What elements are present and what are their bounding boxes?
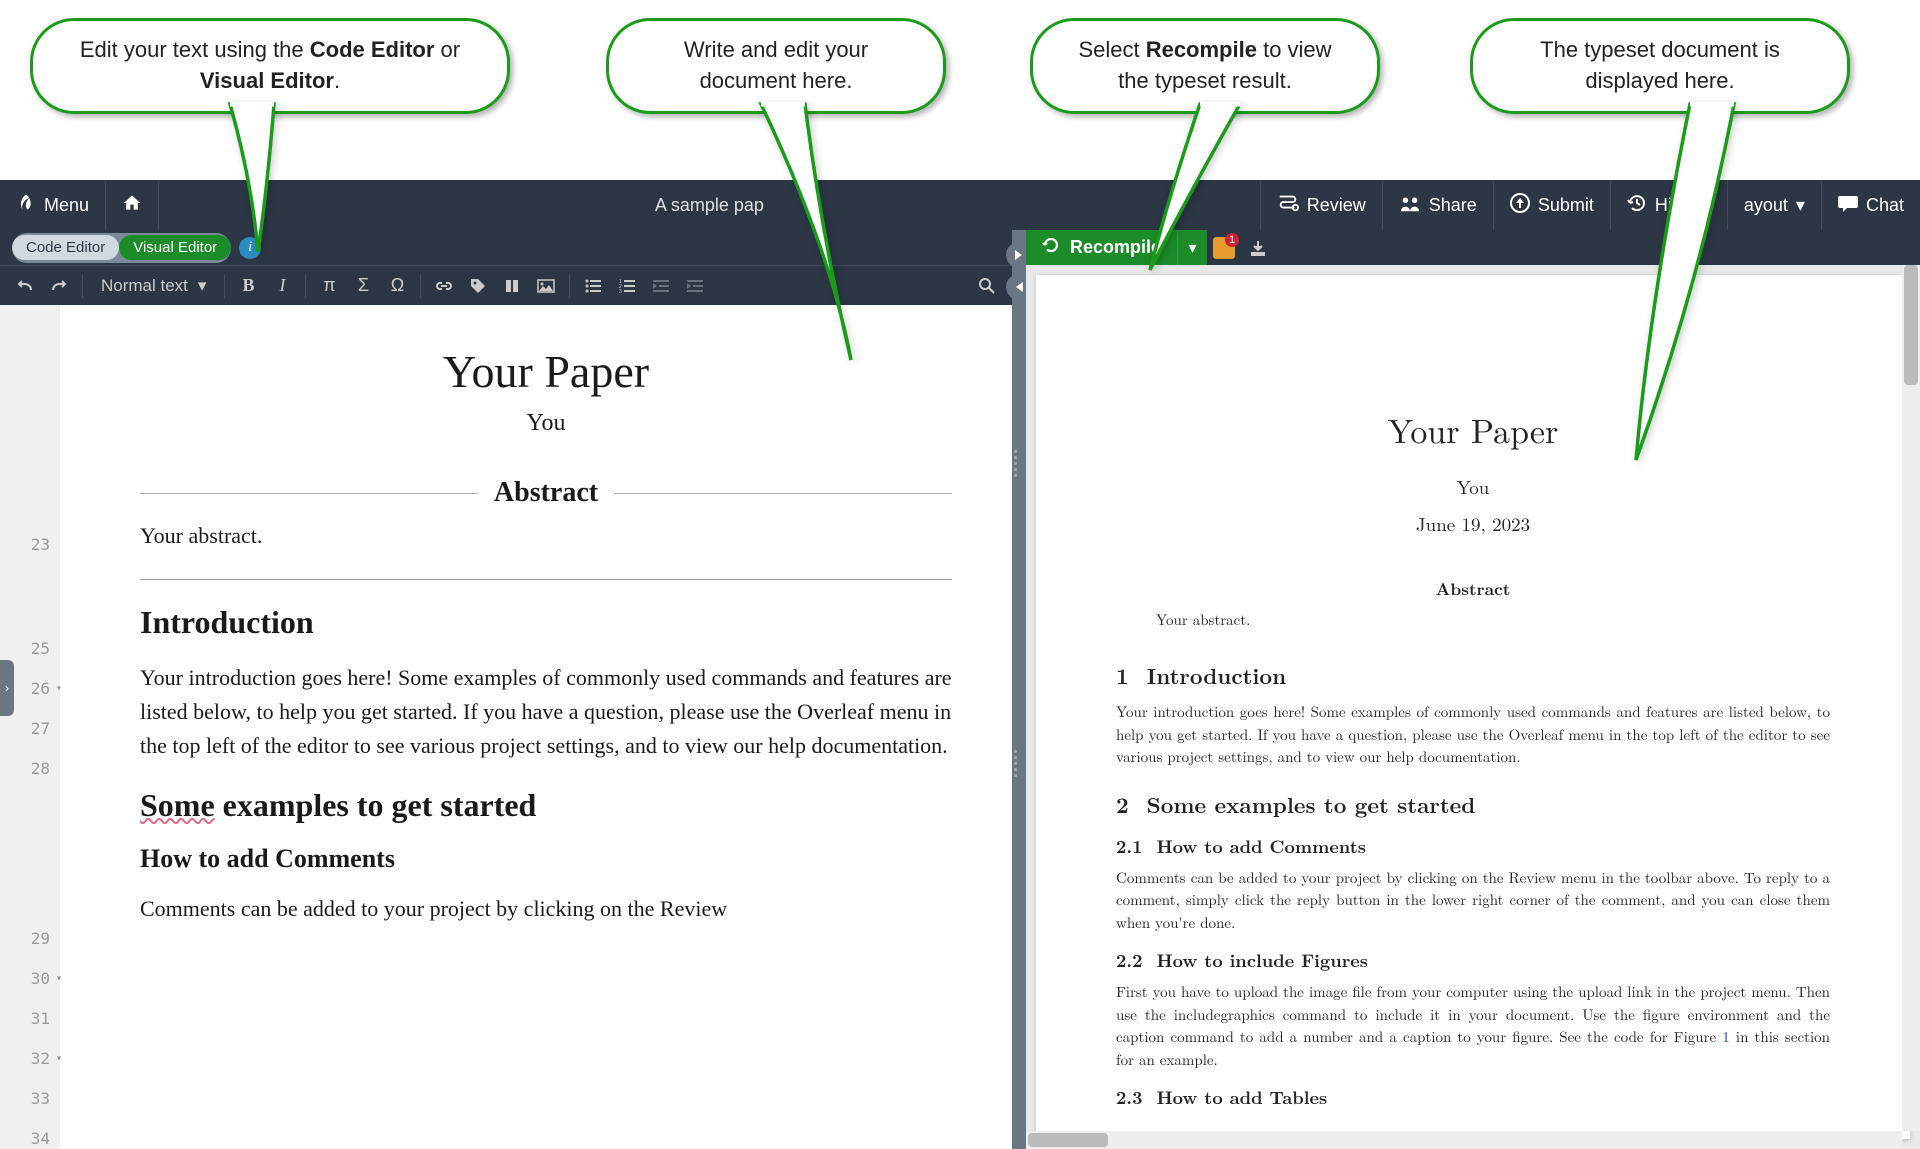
refresh-icon — [1042, 236, 1060, 259]
submit-button[interactable]: Submit — [1493, 180, 1610, 230]
numbered-list-button[interactable]: 123 — [612, 271, 642, 301]
pdf-subsection: 2.3How to add Tables — [1116, 1085, 1830, 1110]
share-button[interactable]: Share — [1382, 180, 1493, 230]
paragraph[interactable]: Comments can be added to your project by… — [140, 892, 952, 926]
code-editor-toggle[interactable]: Code Editor — [12, 235, 119, 260]
line-number-blank — [0, 565, 60, 629]
callout-tail — [1140, 102, 1240, 272]
line-number: 29 — [0, 919, 60, 959]
share-label: Share — [1429, 195, 1477, 216]
callout-write-here: Write and edit your document here. — [606, 18, 946, 114]
divider-line — [140, 493, 478, 494]
pdf-paragraph: First you have to upload the image file … — [1116, 981, 1830, 1071]
line-gutter: 23 25 26 27 28 29 30 31 32 33 34 — [0, 305, 60, 1149]
home-icon — [122, 193, 142, 218]
line-number: 23 — [0, 525, 60, 565]
text-style-label: Normal text — [101, 276, 188, 296]
callout-code-visual-editor: Edit your text using the Code Editor or … — [30, 18, 510, 114]
sigma-button[interactable]: Σ — [348, 271, 378, 301]
line-number: 30 — [0, 959, 60, 999]
pdf-author: You — [1116, 473, 1830, 500]
section-heading[interactable]: Some examples to get started — [140, 787, 952, 824]
redo-button[interactable] — [44, 271, 74, 301]
chat-label: Chat — [1866, 195, 1904, 216]
line-number: 32 — [0, 1039, 60, 1079]
drag-grip[interactable] — [1014, 450, 1024, 477]
callout-typeset-display: The typeset document is displayed here. — [1470, 18, 1850, 114]
pdf-abstract-text: Your abstract. — [1156, 609, 1790, 630]
bullet-list-button[interactable] — [578, 271, 608, 301]
pdf-paragraph: Comments can be added to your project by… — [1116, 867, 1830, 935]
menu-button[interactable]: Menu — [0, 180, 106, 230]
review-label: Review — [1307, 195, 1366, 216]
tag-button[interactable] — [463, 271, 493, 301]
line-number: 28 — [0, 749, 60, 919]
expand-file-tree-handle[interactable]: › — [0, 660, 14, 716]
doc-author[interactable]: You — [140, 410, 952, 437]
section-heading[interactable]: Introduction — [140, 604, 952, 641]
pdf-date: June 19, 2023 — [1116, 510, 1830, 537]
text-style-dropdown[interactable]: Normal text ▾ — [91, 276, 216, 296]
layout-label: ayout — [1744, 195, 1788, 216]
callout-tail — [741, 102, 861, 362]
image-button[interactable] — [531, 271, 561, 301]
abstract-label: Abstract — [478, 477, 614, 509]
search-button[interactable] — [972, 271, 1002, 301]
line-number: 31 — [0, 999, 60, 1039]
editor-mode-toggle: Code Editor Visual Editor — [12, 233, 231, 263]
pdf-section: 2Some examples to get started — [1116, 789, 1830, 820]
submit-icon — [1510, 193, 1530, 218]
review-button[interactable]: Review — [1260, 180, 1382, 230]
submit-label: Submit — [1538, 195, 1594, 216]
overleaf-logo-icon — [16, 193, 36, 218]
undo-button[interactable] — [10, 271, 40, 301]
book-button[interactable] — [497, 271, 527, 301]
review-icon — [1277, 193, 1299, 218]
editor-pane: Code Editor Visual Editor i Normal text … — [0, 230, 1012, 1149]
callout-tail — [210, 102, 290, 252]
chat-icon — [1838, 194, 1858, 217]
pane-divider[interactable] — [1012, 230, 1026, 1149]
pdf-paragraph: Your introduction goes here! Some exampl… — [1116, 701, 1830, 769]
pdf-pane: Recompile ▾ Your Paper You June 19, 2023… — [1026, 230, 1920, 1149]
callout-recompile: Select Recompile to view the typeset res… — [1030, 18, 1380, 114]
pi-button[interactable]: π — [314, 271, 344, 301]
outdent-button[interactable] — [646, 271, 676, 301]
line-number: 34 — [0, 1119, 60, 1149]
link-button[interactable] — [429, 271, 459, 301]
menu-label: Menu — [44, 195, 89, 216]
home-button[interactable] — [106, 180, 159, 230]
pdf-section: 1Introduction — [1116, 660, 1830, 691]
italic-button[interactable]: I — [267, 271, 297, 301]
drag-grip[interactable] — [1014, 750, 1024, 777]
subsection-heading[interactable]: How to add Comments — [140, 844, 952, 874]
paragraph[interactable]: Your introduction goes here! Some exampl… — [140, 661, 952, 763]
pdf-subsection: 2.1How to add Comments — [1116, 834, 1830, 859]
svg-text:3: 3 — [619, 289, 622, 293]
callout-tail — [1630, 102, 1750, 462]
chevron-down-icon: ▾ — [1796, 195, 1805, 216]
pdf-page[interactable]: Your Paper You June 19, 2023 Abstract Yo… — [1036, 275, 1910, 1139]
line-number: 33 — [0, 1079, 60, 1119]
bold-button[interactable]: B — [233, 271, 263, 301]
pdf-vertical-scrollbar[interactable] — [1902, 265, 1920, 1131]
omega-button[interactable]: Ω — [382, 271, 412, 301]
divider — [140, 579, 952, 580]
share-icon — [1399, 194, 1421, 217]
pdf-subsection: 2.2How to include Figures — [1116, 948, 1830, 973]
project-title[interactable]: A sample pap — [159, 195, 1260, 216]
pdf-abstract-label: Abstract — [1116, 577, 1830, 601]
chat-button[interactable]: Chat — [1821, 180, 1920, 230]
editor-body: 23 25 26 27 28 29 30 31 32 33 34 Your Pa… — [0, 305, 1012, 1149]
abstract-text[interactable]: Your abstract. — [140, 523, 952, 549]
pdf-horizontal-scrollbar[interactable] — [1026, 1131, 1902, 1149]
divider-line — [614, 493, 952, 494]
download-pdf-button[interactable] — [1241, 230, 1275, 265]
visual-editor-content[interactable]: Your Paper You Abstract Your abstract. I… — [60, 305, 1012, 1149]
chevron-down-icon: ▾ — [198, 276, 207, 296]
indent-button[interactable] — [680, 271, 710, 301]
